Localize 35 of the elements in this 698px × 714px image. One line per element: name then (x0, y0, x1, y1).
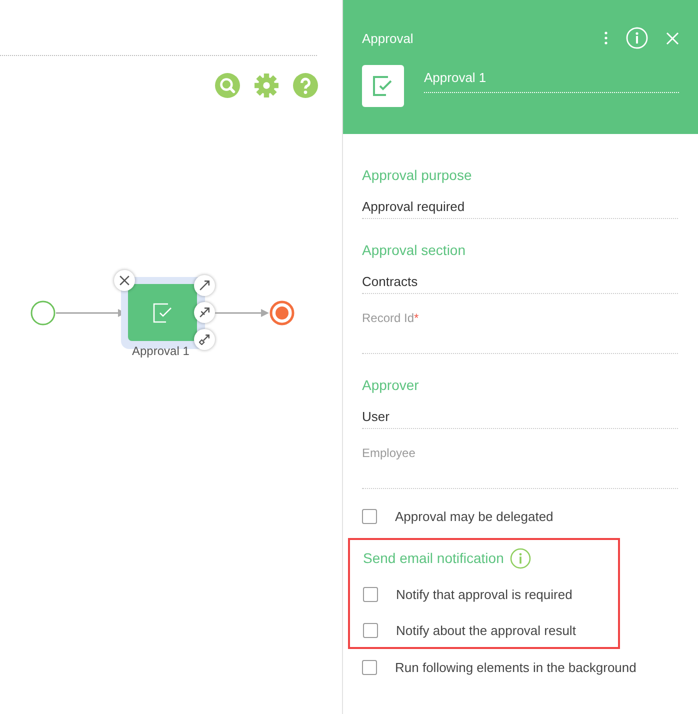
help-icon[interactable] (293, 73, 318, 98)
arrow-icon (199, 280, 210, 291)
approval-icon (373, 76, 393, 96)
panel-title: Approval (362, 30, 414, 46)
close-icon (119, 275, 130, 286)
search-icon[interactable] (215, 73, 240, 98)
checkbox-label: Run following elements in the background (395, 660, 636, 674)
more-icon[interactable] (604, 31, 608, 45)
start-event-icon (30, 300, 56, 326)
arrow-icon (199, 334, 210, 345)
arrow-icon (199, 307, 210, 318)
checkbox[interactable] (362, 660, 377, 674)
value-field[interactable]: Contracts (362, 262, 678, 294)
checkbox-label: Approval may be delegated (395, 508, 554, 524)
section-heading: Approval section (362, 242, 466, 258)
checkbox-label: Notify that approval is required (396, 586, 572, 602)
end-event-icon (269, 300, 295, 326)
approval-icon (152, 302, 172, 322)
connect-button[interactable] (194, 302, 215, 323)
section-heading: Send email notification (363, 550, 504, 566)
checkbox-label: Notify about the approval result (396, 622, 576, 638)
checkbox[interactable] (362, 508, 377, 524)
flow-arrow (215, 308, 269, 318)
close-icon[interactable] (666, 32, 679, 44)
section-heading: Approval purpose (362, 167, 472, 183)
value-field[interactable]: Approval required (362, 187, 678, 219)
delete-button[interactable] (114, 270, 135, 291)
task-label: Approval 1 (132, 344, 190, 358)
section-heading: Approver (362, 377, 419, 393)
checkbox[interactable] (363, 586, 378, 602)
checkbox[interactable] (363, 622, 378, 638)
connect-button[interactable] (194, 329, 215, 350)
value-field[interactable]: User (362, 397, 678, 429)
connect-button[interactable] (194, 275, 215, 296)
info-icon[interactable] (510, 548, 531, 568)
